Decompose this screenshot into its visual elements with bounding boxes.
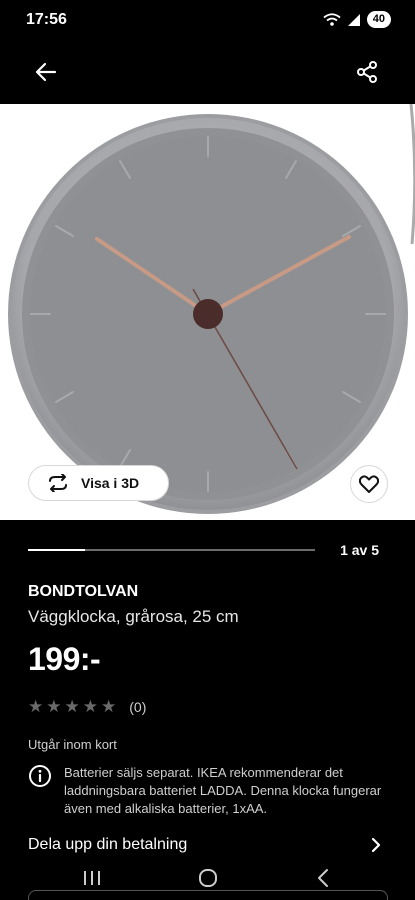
pager-progress (28, 549, 86, 551)
split-payment-row[interactable]: Dela upp din betalning (28, 834, 388, 858)
star-icon: ★ (64, 697, 80, 716)
view-3d-label: Visa i 3D (81, 475, 140, 491)
app-bar (0, 40, 415, 104)
star-icon: ★ (101, 697, 117, 716)
chevron-left-icon (318, 869, 328, 887)
pager-position: 1 av 5 (340, 542, 379, 558)
share-icon (357, 61, 377, 83)
recents-icon (84, 871, 100, 885)
product-image[interactable]: Visa i 3D (0, 104, 415, 520)
view-3d-button[interactable]: Visa i 3D (28, 465, 169, 501)
chevron-right-icon (371, 837, 381, 853)
bottom-sheet-edge (28, 890, 388, 900)
battery-info-text: Batterier säljs separat. IKEA rekommende… (64, 765, 382, 816)
gallery-pager: 1 av 5 (28, 540, 388, 560)
recents-button[interactable] (72, 864, 112, 892)
availability-status: Utgår inom kort (28, 737, 117, 752)
system-back-button[interactable] (303, 864, 343, 892)
rating-count: (0) (129, 699, 147, 715)
home-icon (199, 869, 217, 887)
star-icon: ★ (46, 697, 62, 716)
status-time: 17:56 (26, 11, 67, 28)
favorite-button[interactable] (350, 465, 388, 503)
arrow-left-icon (35, 62, 57, 82)
status-icons: 40 (323, 11, 391, 28)
rating[interactable]: ★ ★ ★ ★ ★ (0) (28, 698, 146, 716)
back-button[interactable] (26, 52, 66, 92)
rotate-3d-icon (49, 474, 67, 492)
star-icon: ★ (82, 697, 98, 716)
status-bar: 17:56 40 (0, 0, 415, 40)
wall-clock-image (8, 104, 415, 514)
product-name: BONDTOLVAN (28, 583, 139, 600)
pager-track (28, 549, 315, 551)
share-button[interactable] (347, 52, 387, 92)
signal-icon (347, 13, 360, 26)
product-description: Väggklocka, grårosa, 25 cm (28, 607, 239, 626)
home-button[interactable] (188, 864, 228, 892)
split-payment-label: Dela upp din betalning (28, 836, 188, 853)
battery-indicator: 40 (366, 11, 391, 28)
product-price: 199:- (28, 641, 101, 677)
star-icon: ★ (28, 697, 44, 716)
heart-outline-icon (359, 475, 379, 493)
info-icon (29, 765, 51, 787)
battery-info: Batterier säljs separat. IKEA rekommende… (28, 764, 388, 818)
wifi-icon (323, 12, 341, 26)
